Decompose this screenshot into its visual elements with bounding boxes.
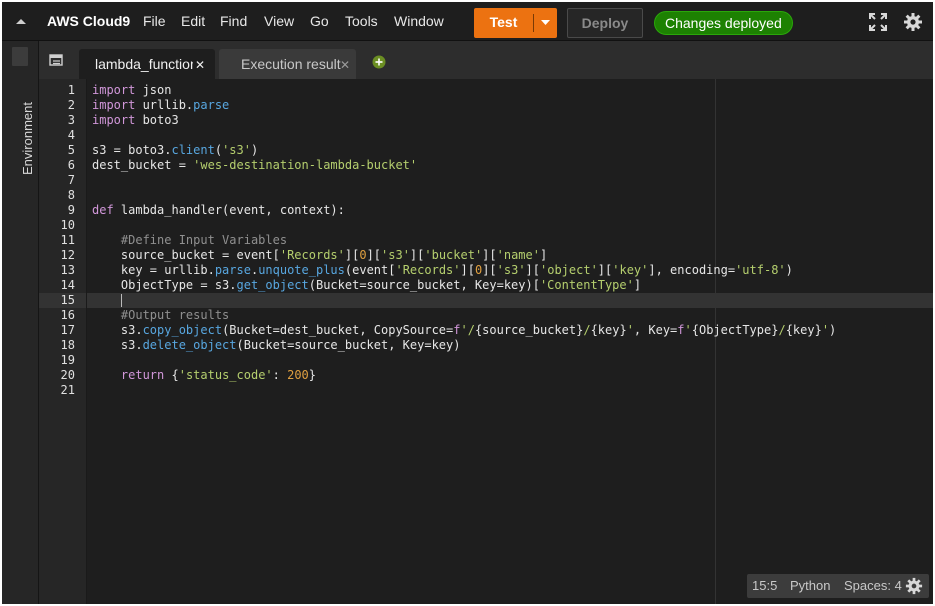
chevron-down-icon[interactable]: [534, 8, 557, 38]
panel-toggle[interactable]: [12, 47, 28, 66]
deploy-button[interactable]: Deploy: [567, 8, 643, 38]
tab-label: Execution results: [241, 56, 341, 72]
code-line[interactable]: 3 import boto3: [39, 113, 933, 128]
line-number[interactable]: 16: [39, 308, 75, 323]
code-text[interactable]: return {'status_code': 200}: [92, 368, 316, 383]
code-line[interactable]: 12 source_bucket = event['Records'][0]['…: [39, 248, 933, 263]
code-line[interactable]: 8: [39, 188, 933, 203]
line-number[interactable]: 11: [39, 233, 75, 248]
code-line[interactable]: 20 return {'status_code': 200}: [39, 368, 933, 383]
code-line[interactable]: 17 s3.copy_object(Bucket=dest_bucket, Co…: [39, 323, 933, 338]
code-text[interactable]: import boto3: [92, 113, 179, 128]
code-line[interactable]: 10: [39, 218, 933, 233]
code-text[interactable]: import json: [92, 83, 171, 98]
menu-view[interactable]: View: [264, 13, 294, 29]
test-button-group: Test: [474, 8, 557, 38]
code-editor[interactable]: 1 import json 2 import urllib.parse 3 import …: [39, 79, 933, 604]
code-line[interactable]: 9 def lambda_handler(event, context):: [39, 203, 933, 218]
line-number[interactable]: 14: [39, 278, 75, 293]
code-line[interactable]: 6 dest_bucket = 'wes-destination-lambda-b…: [39, 158, 933, 173]
line-number[interactable]: 8: [39, 188, 75, 203]
gear-icon[interactable]: [905, 577, 923, 595]
code-line[interactable]: 11 #Define Input Variables: [39, 233, 933, 248]
menu-tools[interactable]: Tools: [345, 13, 378, 29]
line-number[interactable]: 2: [39, 98, 75, 113]
line-number[interactable]: 10: [39, 218, 75, 233]
line-number[interactable]: 15: [39, 293, 75, 308]
fullscreen-icon[interactable]: [868, 12, 888, 32]
menu-edit[interactable]: Edit: [181, 13, 205, 29]
code-line[interactable]: 13 key = urllib.parse.unquote_plus(event…: [39, 263, 933, 278]
cursor-position[interactable]: 15:5: [752, 578, 777, 593]
code-line[interactable]: 16 #Output results: [39, 308, 933, 323]
line-number[interactable]: 17: [39, 323, 75, 338]
environment-label: Environment: [20, 102, 35, 175]
code-line[interactable]: 7: [39, 173, 933, 188]
code-text[interactable]: source_bucket = event['Records'][0]['s3'…: [92, 248, 547, 263]
menu-bar: AWS Cloud9 File Edit Find View Go Tools …: [2, 2, 933, 41]
line-number[interactable]: 1: [39, 83, 75, 98]
menu-find[interactable]: Find: [220, 13, 247, 29]
tab-execution-results[interactable]: Execution results ✕: [219, 49, 356, 79]
brand-title[interactable]: AWS Cloud9: [47, 13, 130, 29]
code-text[interactable]: s3.delete_object(Bucket=source_bucket, K…: [92, 338, 461, 353]
code-text[interactable]: #Output results: [92, 308, 229, 323]
code-line[interactable]: 5 s3 = boto3.client('s3'): [39, 143, 933, 158]
menu-go[interactable]: Go: [310, 13, 329, 29]
menu-file[interactable]: File: [143, 13, 166, 29]
line-number[interactable]: 6: [39, 158, 75, 173]
line-number[interactable]: 9: [39, 203, 75, 218]
code-line[interactable]: 4: [39, 128, 933, 143]
code-text[interactable]: s3 = boto3.client('s3'): [92, 143, 258, 158]
line-number[interactable]: 13: [39, 263, 75, 278]
code-text[interactable]: import urllib.parse: [92, 98, 229, 113]
tab-label: lambda_function: [95, 56, 193, 72]
code-text[interactable]: ObjectType = s3.get_object(Bucket=source…: [92, 278, 641, 293]
ide-window: AWS Cloud9 File Edit Find View Go Tools …: [2, 2, 933, 604]
code-line[interactable]: 21: [39, 383, 933, 398]
test-button[interactable]: Test: [474, 8, 533, 38]
gear-icon[interactable]: [903, 12, 923, 32]
tab-lambda-function[interactable]: lambda_function ✕: [79, 49, 215, 79]
close-icon[interactable]: ✕: [340, 58, 350, 72]
line-number[interactable]: 18: [39, 338, 75, 353]
code-line[interactable]: 18 s3.delete_object(Bucket=source_bucket…: [39, 338, 933, 353]
line-number[interactable]: 20: [39, 368, 75, 383]
environment-panel-strip: Environment: [2, 41, 39, 604]
line-number[interactable]: 4: [39, 128, 75, 143]
line-number[interactable]: 5: [39, 143, 75, 158]
line-number[interactable]: 21: [39, 383, 75, 398]
line-number[interactable]: 3: [39, 113, 75, 128]
code-line[interactable]: 2 import urllib.parse: [39, 98, 933, 113]
code-line[interactable]: 15: [39, 293, 933, 308]
code-line[interactable]: 19: [39, 353, 933, 368]
line-number[interactable]: 7: [39, 173, 75, 188]
environment-tab[interactable]: Environment: [4, 101, 36, 201]
close-icon[interactable]: ✕: [195, 58, 205, 72]
add-tab-icon[interactable]: [372, 55, 386, 69]
text-cursor: [121, 294, 122, 307]
status-bar: 15:5 Python Spaces: 4: [747, 574, 929, 598]
tab-bar: lambda_function ✕ Execution results ✕: [39, 41, 933, 79]
code-text[interactable]: key = urllib.parse.unquote_plus(event['R…: [92, 263, 793, 278]
code-text[interactable]: def lambda_handler(event, context):: [92, 203, 345, 218]
tab-list-icon[interactable]: [49, 53, 63, 67]
code-line[interactable]: 1 import json: [39, 83, 933, 98]
language-mode[interactable]: Python: [790, 578, 830, 593]
collapse-up-icon[interactable]: [14, 14, 28, 28]
code-line[interactable]: 14 ObjectType = s3.get_object(Bucket=sou…: [39, 278, 933, 293]
line-number[interactable]: 19: [39, 353, 75, 368]
status-badge: Changes deployed: [654, 11, 793, 35]
code-text[interactable]: #Define Input Variables: [92, 233, 287, 248]
code-text[interactable]: dest_bucket = 'wes-destination-lambda-bu…: [92, 158, 417, 173]
code-lines: 1 import json 2 import urllib.parse 3 import …: [39, 83, 933, 398]
indent-setting[interactable]: Spaces: 4: [844, 578, 902, 593]
menu-window[interactable]: Window: [394, 13, 444, 29]
line-number[interactable]: 12: [39, 248, 75, 263]
code-text[interactable]: s3.copy_object(Bucket=dest_bucket, CopyS…: [92, 323, 836, 338]
